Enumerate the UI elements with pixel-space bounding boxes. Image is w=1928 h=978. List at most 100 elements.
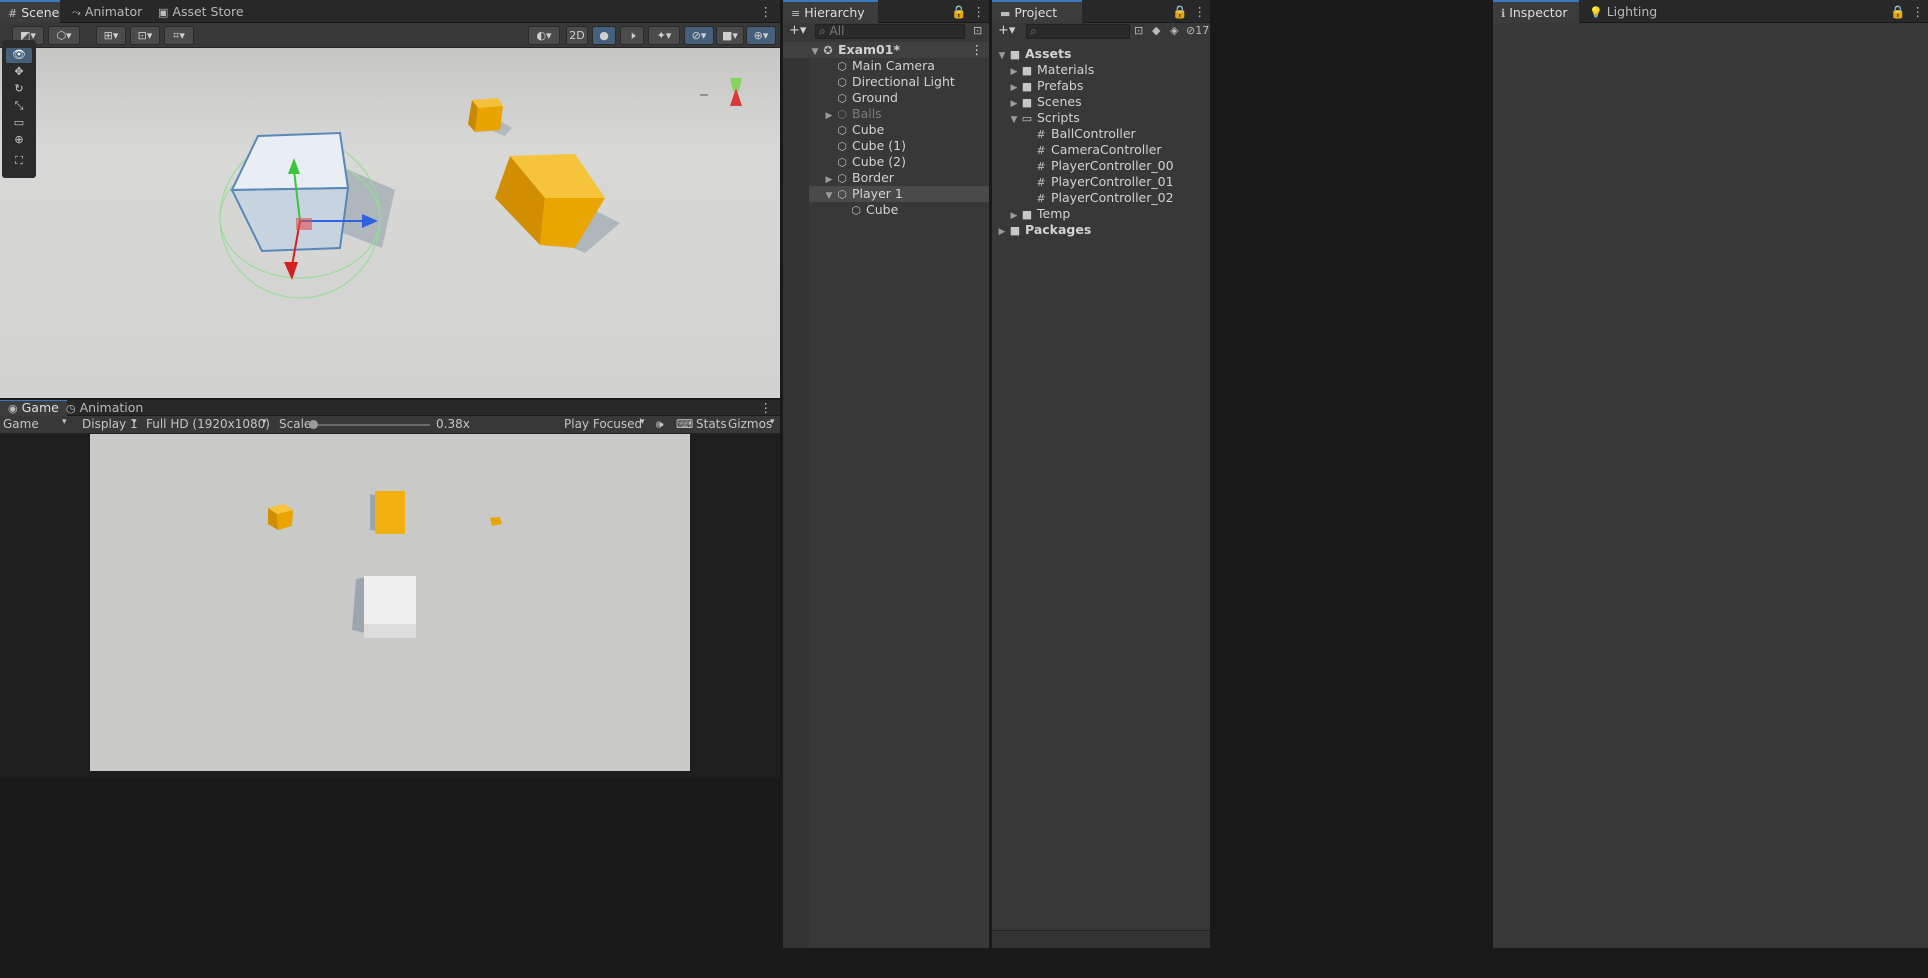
tab-animation[interactable]: ◷ Animation [58, 400, 151, 416]
hierarchy-panel: ≡ Hierarchy 🔒 ⋮ +▾ ⌕ All ⊡ ▼ ✪ Exam01* ⋮ ⬡ M… [783, 0, 989, 948]
project-script[interactable]: # PlayerController_02 [1034, 190, 1173, 206]
project-script[interactable]: # PlayerController_00 [1034, 158, 1173, 174]
animator-icon: ⤳ [72, 6, 81, 19]
project-script[interactable]: # PlayerController_01 [1034, 174, 1173, 190]
more-menu-icon[interactable]: ⋮ [752, 0, 781, 23]
tab-inspector[interactable]: ℹ Inspector [1493, 0, 1579, 23]
scale-tool-icon[interactable]: ⤡ [6, 99, 32, 114]
hierarchy-item[interactable]: ⬡ Cube [835, 122, 884, 138]
csharp-script-icon: # [1036, 160, 1046, 173]
hidden-packages-icon[interactable]: ⊘17 [1186, 24, 1209, 37]
more-menu-icon[interactable]: ⋮ [971, 42, 984, 58]
chevron-down-icon: ▾ [640, 417, 645, 427]
project-folder[interactable]: ▼ ▭ Scripts [1008, 110, 1080, 126]
lighting-toggle-icon[interactable]: ● [592, 26, 616, 45]
scene-viewport[interactable]: 👁 ✥ ↻ ⤡ ▭ ⊕ ⛶ [0, 40, 780, 398]
grid-toggle-button[interactable]: ⌗▾ [164, 26, 194, 45]
shading-mode-button[interactable]: ◐▾ [528, 26, 560, 45]
rotate-tool-icon[interactable]: ↻ [6, 82, 32, 97]
inspector-tabbar: ℹ Inspector 💡 Lighting 🔒 ⋮ [1493, 0, 1928, 23]
folder-icon: ■ [1021, 208, 1033, 221]
hierarchy-item[interactable]: ⬡ Main Camera [835, 58, 935, 74]
shading-button[interactable]: ⬡▾ [48, 26, 80, 45]
custom-tool-icon[interactable]: ⛶ [6, 154, 32, 169]
hidden-objects-icon[interactable]: ⊘▾ [684, 26, 714, 45]
project-folder[interactable]: ▶ ■ Temp [1008, 206, 1071, 222]
project-search-input[interactable]: ⌕ [1026, 24, 1130, 39]
hierarchy-item[interactable]: ⬡ Ground [835, 90, 898, 106]
hierarchy-item[interactable]: ▶ ⬡ Balls [823, 106, 882, 122]
search-by-label-icon[interactable]: ◆ [1152, 24, 1160, 37]
more-menu-icon[interactable]: ⋮ [1190, 0, 1211, 23]
search-by-type-icon[interactable]: ⊡ [1134, 24, 1143, 37]
game-view-select[interactable]: Game [3, 417, 39, 431]
project-folder[interactable]: ▶ ■ Materials [1008, 62, 1095, 78]
scale-value: 0.38x [436, 417, 470, 431]
search-options-icon[interactable]: ⊡ [973, 24, 982, 37]
gizmos-button[interactable]: ⊕▾ [746, 26, 776, 45]
tab-project[interactable]: ▬ Project [992, 0, 1082, 23]
rect-tool-icon[interactable]: ▭ [6, 116, 32, 131]
transform-tool-icon[interactable]: ⊕ [6, 133, 32, 148]
clock-icon: ◷ [66, 402, 76, 415]
add-button[interactable]: +▾ [998, 23, 1015, 38]
chevron-down-icon: ▼ [1010, 115, 1018, 125]
tab-lighting[interactable]: 💡 Lighting [1581, 0, 1665, 23]
view-tool-icon[interactable]: 👁 [6, 48, 32, 63]
camera-settings-button[interactable]: ■▾ [716, 26, 744, 45]
effects-button[interactable]: ✦▾ [648, 26, 680, 45]
hierarchy-search-input[interactable]: ⌕ All [815, 24, 965, 39]
project-folder-assets[interactable]: ▼ ■ Assets [996, 46, 1072, 62]
resolution-select[interactable]: Full HD (1920x1080) [146, 417, 270, 431]
gameobject-icon: ⬡ [837, 92, 847, 105]
keyboard-icon[interactable]: ⌨ [676, 417, 693, 431]
hierarchy-item[interactable]: ⬡ Cube (1) [835, 138, 906, 154]
scene-panel: # Scene ⤳ Animator ▣ Asset Store ⋮ ◩▾ ⬡▾ ⊞▾… [0, 0, 780, 398]
more-menu-icon[interactable]: ⋮ [1908, 0, 1928, 23]
game-view[interactable] [90, 434, 690, 771]
mode-2d-button[interactable]: 2D [566, 26, 588, 45]
scale-slider-thumb[interactable] [309, 420, 318, 429]
hierarchy-item[interactable]: ▶ ⬡ Border [823, 170, 894, 186]
gizmos-button[interactable]: Gizmos [728, 417, 772, 431]
project-folder-packages[interactable]: ▶ ■ Packages [996, 222, 1092, 238]
more-menu-icon[interactable]: ⋮ [752, 400, 781, 416]
unity-scene-icon: ✪ [823, 44, 833, 57]
move-tool-icon[interactable]: ✥ [6, 65, 32, 80]
audio-icon[interactable]: 🕪 [656, 417, 664, 432]
tag-icon[interactable]: ◈ [1170, 24, 1178, 37]
add-button[interactable]: +▾ [789, 23, 806, 38]
chevron-down-icon: ▾ [62, 417, 67, 427]
play-mode-select[interactable]: Play Focused [564, 417, 642, 431]
game-tabbar: ◉ Game ◷ Animation ⋮ [0, 400, 780, 416]
audio-toggle-icon[interactable]: 🕨 [620, 26, 644, 45]
project-script[interactable]: # CameraController [1034, 142, 1161, 158]
chevron-right-icon: ▶ [825, 111, 833, 121]
hierarchy-item-selected[interactable]: ▼ ⬡ Player 1 [809, 186, 989, 202]
folder-icon: ▬ [1000, 7, 1011, 20]
chevron-down-icon: ▾ [262, 417, 267, 427]
display-select[interactable]: Display 1 [82, 417, 138, 431]
gameobject-icon: ⬡ [837, 124, 847, 137]
scene-tabbar: # Scene ⤳ Animator ▣ Asset Store ⋮ [0, 0, 780, 23]
hierarchy-item[interactable]: ⬡ Cube (2) [835, 154, 906, 170]
tab-game[interactable]: ◉ Game [0, 400, 67, 416]
tab-animator[interactable]: ⤳ Animator [64, 0, 150, 23]
stats-button[interactable]: Stats [696, 417, 727, 431]
tab-scene[interactable]: # Scene [0, 0, 60, 23]
project-script[interactable]: # BallController [1034, 126, 1135, 142]
transform-tools-palette: 👁 ✥ ↻ ⤡ ▭ ⊕ ⛶ [2, 40, 36, 178]
game-panel: ◉ Game ◷ Animation ⋮ Game ▾ Display 1 ▾ Fu… [0, 400, 780, 778]
hierarchy-item[interactable]: ⬡ Directional Light [835, 74, 955, 90]
more-menu-icon[interactable]: ⋮ [969, 0, 990, 23]
hierarchy-item[interactable]: ⬡ Cube [849, 202, 898, 218]
grid-snap-button[interactable]: ⊞▾ [96, 26, 126, 45]
increment-snap-button[interactable]: ⊡▾ [130, 26, 160, 45]
folder-open-icon: ▭ [1021, 112, 1033, 125]
tab-hierarchy[interactable]: ≡ Hierarchy [783, 0, 878, 23]
project-folder[interactable]: ▶ ■ Scenes [1008, 94, 1082, 110]
scale-slider[interactable] [309, 420, 430, 429]
project-folder[interactable]: ▶ ■ Prefabs [1008, 78, 1084, 94]
scene-root-item[interactable]: ▼ ✪ Exam01* ⋮ [783, 42, 989, 58]
tab-asset-store[interactable]: ▣ Asset Store [150, 0, 252, 23]
